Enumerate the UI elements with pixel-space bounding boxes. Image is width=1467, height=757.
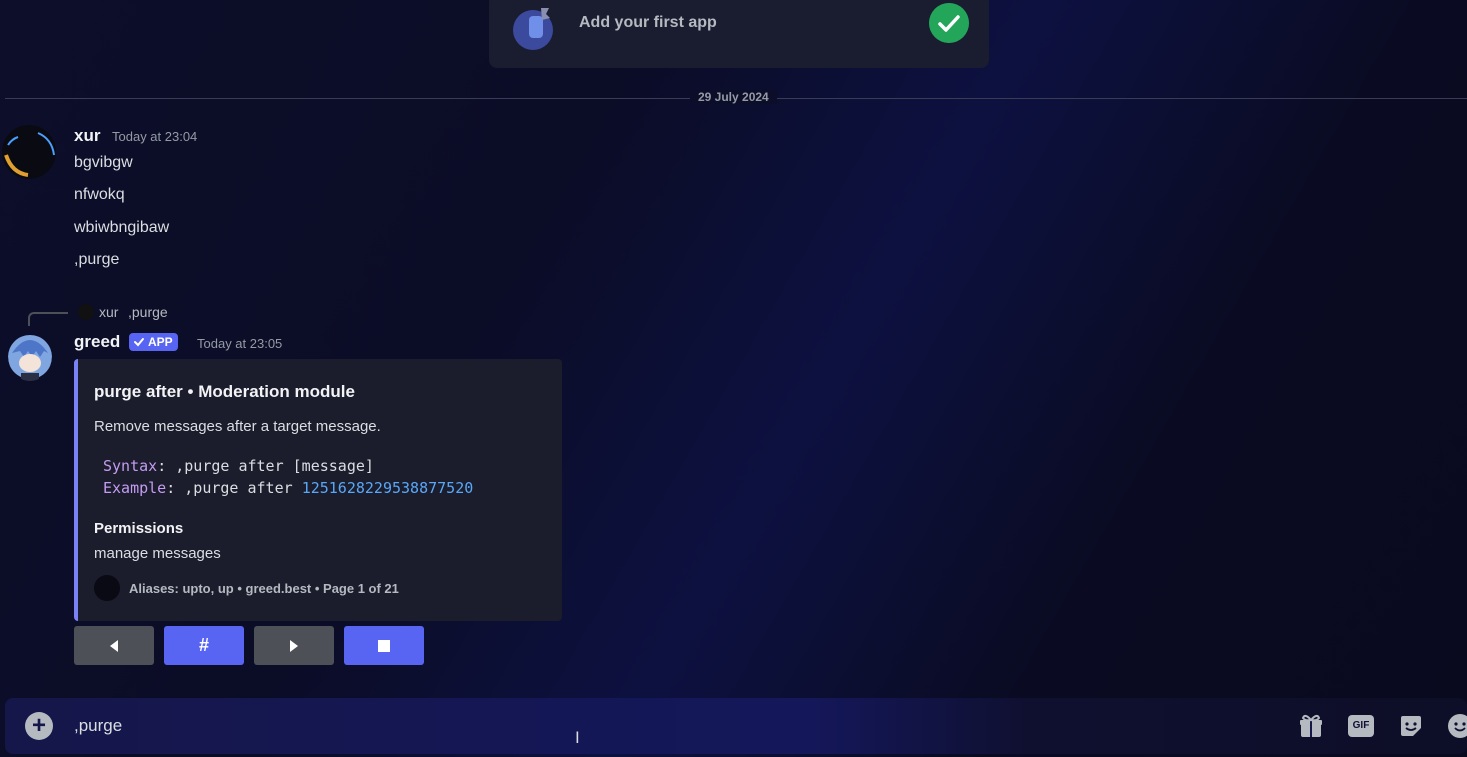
embed-footer-text: Aliases: upto, up • greed.best • Page 1 … [129, 581, 399, 596]
username[interactable]: greed [74, 332, 120, 352]
xur-avatar-image [2, 125, 56, 179]
message-input[interactable]: ,purge [74, 716, 122, 736]
timestamp: Today at 23:04 [112, 129, 198, 144]
app-badge-label: APP [148, 335, 173, 349]
next-page-button[interactable] [254, 626, 334, 665]
syntax-value: ,purge after [message] [175, 457, 374, 475]
example-command: ,purge after [184, 479, 302, 497]
reply-avatar[interactable] [78, 304, 94, 320]
hash-icon: # [198, 635, 209, 655]
emoji-icon[interactable] [1447, 713, 1467, 739]
sticker-icon[interactable] [1398, 713, 1424, 739]
embed-title: purge after • Moderation module [94, 382, 355, 401]
message-text: bgvibgw [74, 154, 133, 171]
app-badge: APP [129, 333, 178, 351]
stop-button[interactable] [344, 626, 424, 665]
verified-check-icon [134, 338, 144, 347]
date-divider-label: 29 July 2024 [690, 90, 777, 104]
username[interactable]: xur [74, 126, 100, 146]
avatar[interactable] [0, 125, 58, 179]
syntax-label: Syntax [103, 457, 158, 475]
stop-icon [378, 639, 390, 652]
embed-field-name: Permissions [94, 520, 184, 537]
jump-to-page-button[interactable]: # [164, 626, 244, 665]
code-syntax-line: Syntax: ,purge after [message] [103, 457, 374, 475]
onboarding-title: Add your first app [579, 14, 717, 31]
message-text: nfwokq [74, 186, 125, 203]
add-attachment-icon[interactable]: + [25, 712, 53, 740]
app-wrench-icon [513, 8, 553, 50]
message-composer[interactable]: + ,purge I GIF [5, 698, 1467, 754]
greed-avatar-image [8, 335, 52, 381]
example-id: 1251628229538877520 [301, 479, 474, 497]
arrow-right-icon [290, 639, 298, 652]
gif-icon: GIF [1348, 715, 1374, 737]
reply-username[interactable]: xur [99, 304, 118, 320]
code-example-line: Example: ,purge after 125162822953887752… [103, 479, 474, 497]
previous-page-button[interactable] [74, 626, 154, 665]
gift-icon[interactable] [1298, 713, 1324, 739]
embed-footer-icon [94, 575, 120, 601]
reply-spine [28, 312, 68, 326]
message-text: ,purge [74, 251, 120, 268]
example-label: Example [103, 479, 167, 497]
text-cursor-icon: I [575, 728, 580, 747]
embed-field-value: manage messages [94, 545, 221, 562]
onboarding-card[interactable]: Add your first app [489, 0, 989, 68]
embed-description: Remove messages after a target message. [94, 418, 381, 435]
arrow-left-icon [110, 639, 118, 652]
gif-button[interactable]: GIF [1348, 713, 1374, 739]
embed: purge after • Moderation module Remove m… [74, 359, 562, 621]
avatar[interactable] [8, 331, 52, 381]
checkmark-icon [929, 3, 969, 43]
timestamp: Today at 23:05 [197, 336, 283, 351]
message-text: wbiwbngibaw [74, 219, 170, 236]
reply-preview-text[interactable]: ,purge [128, 304, 168, 320]
